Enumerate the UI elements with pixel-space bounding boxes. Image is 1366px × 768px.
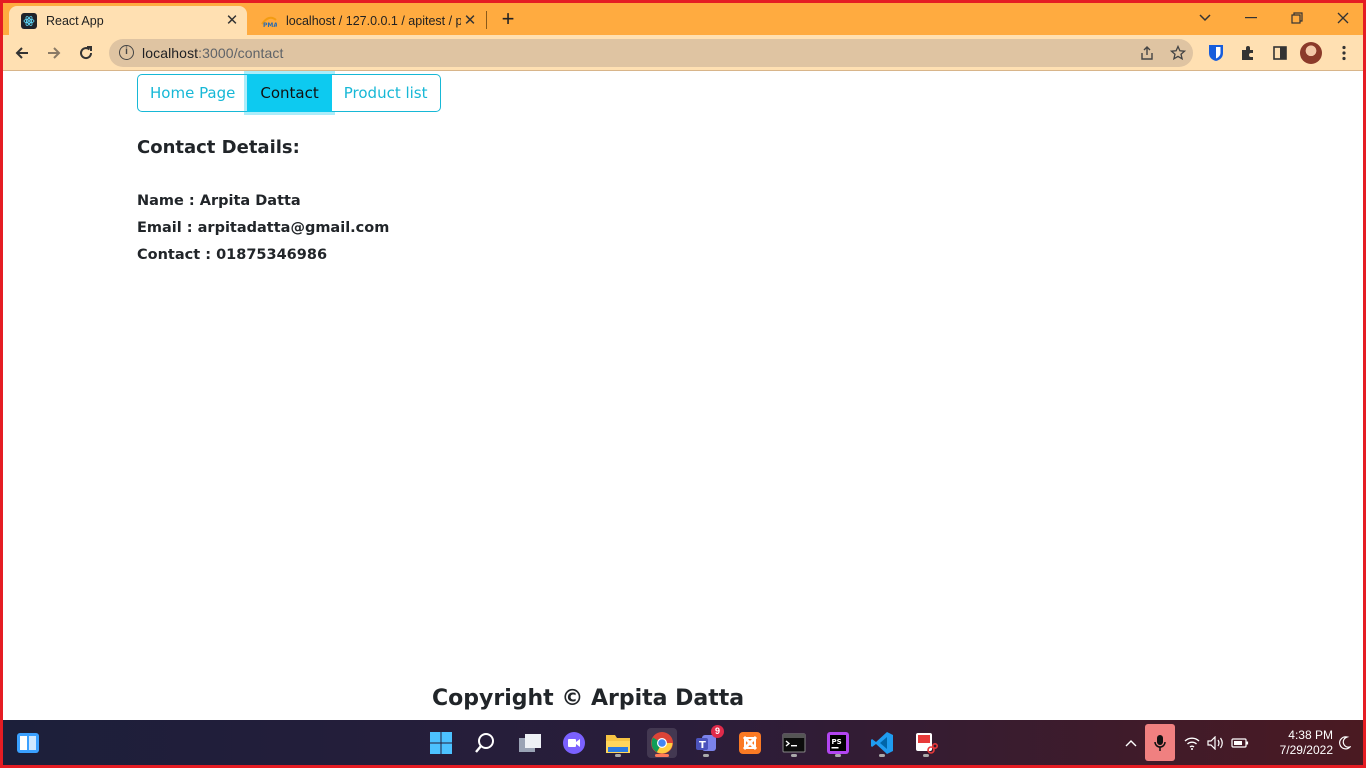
start-icon[interactable] (426, 728, 456, 758)
taskbar: T 9 PS 4:38 PM 7/29/2022 (3, 720, 1363, 765)
active-indicator (655, 754, 669, 757)
task-view-icon[interactable] (515, 728, 545, 758)
contact-heading: Contact Details: (137, 137, 300, 158)
running-indicator (703, 754, 709, 757)
system-clock[interactable]: 4:38 PM 7/29/2022 (1253, 728, 1333, 758)
svg-text:T: T (699, 740, 706, 751)
vscode-icon[interactable] (867, 728, 897, 758)
file-explorer-icon[interactable] (603, 728, 633, 758)
xampp-icon[interactable] (735, 728, 765, 758)
nav-button-group: Home Page Contact Product list (137, 74, 441, 112)
back-button[interactable] (9, 40, 35, 66)
close-tab-icon[interactable]: ✕ (223, 12, 241, 30)
microphone-icon[interactable] (1145, 724, 1175, 761)
browser-window: React App ✕ PMA localhost / 127.0.0.1 / … (3, 3, 1363, 720)
contact-name: Name : Arpita Datta (137, 193, 301, 209)
phpmyadmin-favicon-icon: PMA (261, 13, 277, 29)
teams-badge: 9 (711, 725, 724, 738)
new-tab-button[interactable]: + (496, 8, 520, 32)
contact-phone: Contact : 01875346986 (137, 247, 328, 263)
react-favicon-icon (21, 12, 37, 29)
footer-copyright: Copyright © Arpita Datta (432, 686, 745, 711)
address-bar[interactable]: i localhost:3000/contact (109, 39, 1193, 67)
nav-home-page[interactable]: Home Page (137, 74, 248, 112)
chat-icon[interactable] (559, 728, 589, 758)
nav-contact[interactable]: Contact (247, 74, 332, 112)
tray-overflow-chevron-icon[interactable] (1119, 720, 1143, 765)
nav-product-list[interactable]: Product list (331, 74, 441, 112)
share-icon[interactable] (1138, 44, 1156, 62)
bookmark-star-icon[interactable] (1169, 44, 1187, 62)
clock-time: 4:38 PM (1288, 728, 1333, 742)
forward-button[interactable] (41, 40, 67, 66)
tab-separator (486, 11, 487, 29)
running-indicator (879, 754, 885, 757)
site-info-icon[interactable]: i (119, 45, 134, 60)
terminal-icon[interactable] (779, 728, 809, 758)
teams-icon[interactable]: T 9 (691, 725, 724, 758)
svg-text:PS: PS (832, 738, 842, 746)
restore-button[interactable] (1274, 3, 1320, 33)
clock-date: 7/29/2022 (1279, 743, 1333, 757)
tab-phpmyadmin[interactable]: PMA localhost / 127.0.0.1 / apitest / pr… (249, 6, 485, 35)
browser-toolbar: i localhost:3000/contact (3, 35, 1363, 71)
extensions-puzzle-icon[interactable] (1235, 40, 1261, 66)
tab-title: localhost / 127.0.0.1 / apitest / pr (286, 13, 461, 28)
tab-search-button[interactable] (1182, 3, 1228, 33)
contact-email: Email : arpitadatta@gmail.com (137, 220, 390, 236)
focus-moon-icon[interactable] (1335, 720, 1355, 765)
snipping-tool-icon[interactable] (911, 728, 941, 758)
bitwarden-extension-icon[interactable] (1203, 40, 1229, 66)
profile-avatar[interactable] (1300, 42, 1322, 64)
running-indicator (791, 754, 797, 757)
close-window-button[interactable] (1320, 3, 1363, 33)
running-indicator (923, 754, 929, 757)
page-content: Home Page Contact Product list Contact D… (3, 71, 1363, 720)
running-indicator (615, 754, 621, 757)
wifi-icon[interactable] (1181, 720, 1203, 765)
minimize-button[interactable] (1228, 3, 1274, 33)
svg-text:PMA: PMA (263, 22, 277, 28)
battery-icon[interactable] (1229, 720, 1251, 765)
menu-kebab-icon[interactable] (1331, 40, 1357, 66)
volume-icon[interactable] (1205, 720, 1227, 765)
running-indicator (835, 754, 841, 757)
chrome-icon[interactable] (647, 728, 677, 758)
phpstorm-icon[interactable]: PS (823, 728, 853, 758)
tab-react-app[interactable]: React App ✕ (9, 6, 247, 35)
tab-title: React App (46, 13, 104, 28)
address-url: localhost:3000/contact (142, 45, 284, 61)
close-tab-icon[interactable]: ✕ (461, 12, 479, 30)
side-panel-icon[interactable] (1267, 40, 1293, 66)
widgets-icon[interactable] (13, 728, 43, 758)
search-icon[interactable] (470, 728, 500, 758)
reload-button[interactable] (73, 40, 99, 66)
tab-strip: React App ✕ PMA localhost / 127.0.0.1 / … (3, 3, 1363, 35)
